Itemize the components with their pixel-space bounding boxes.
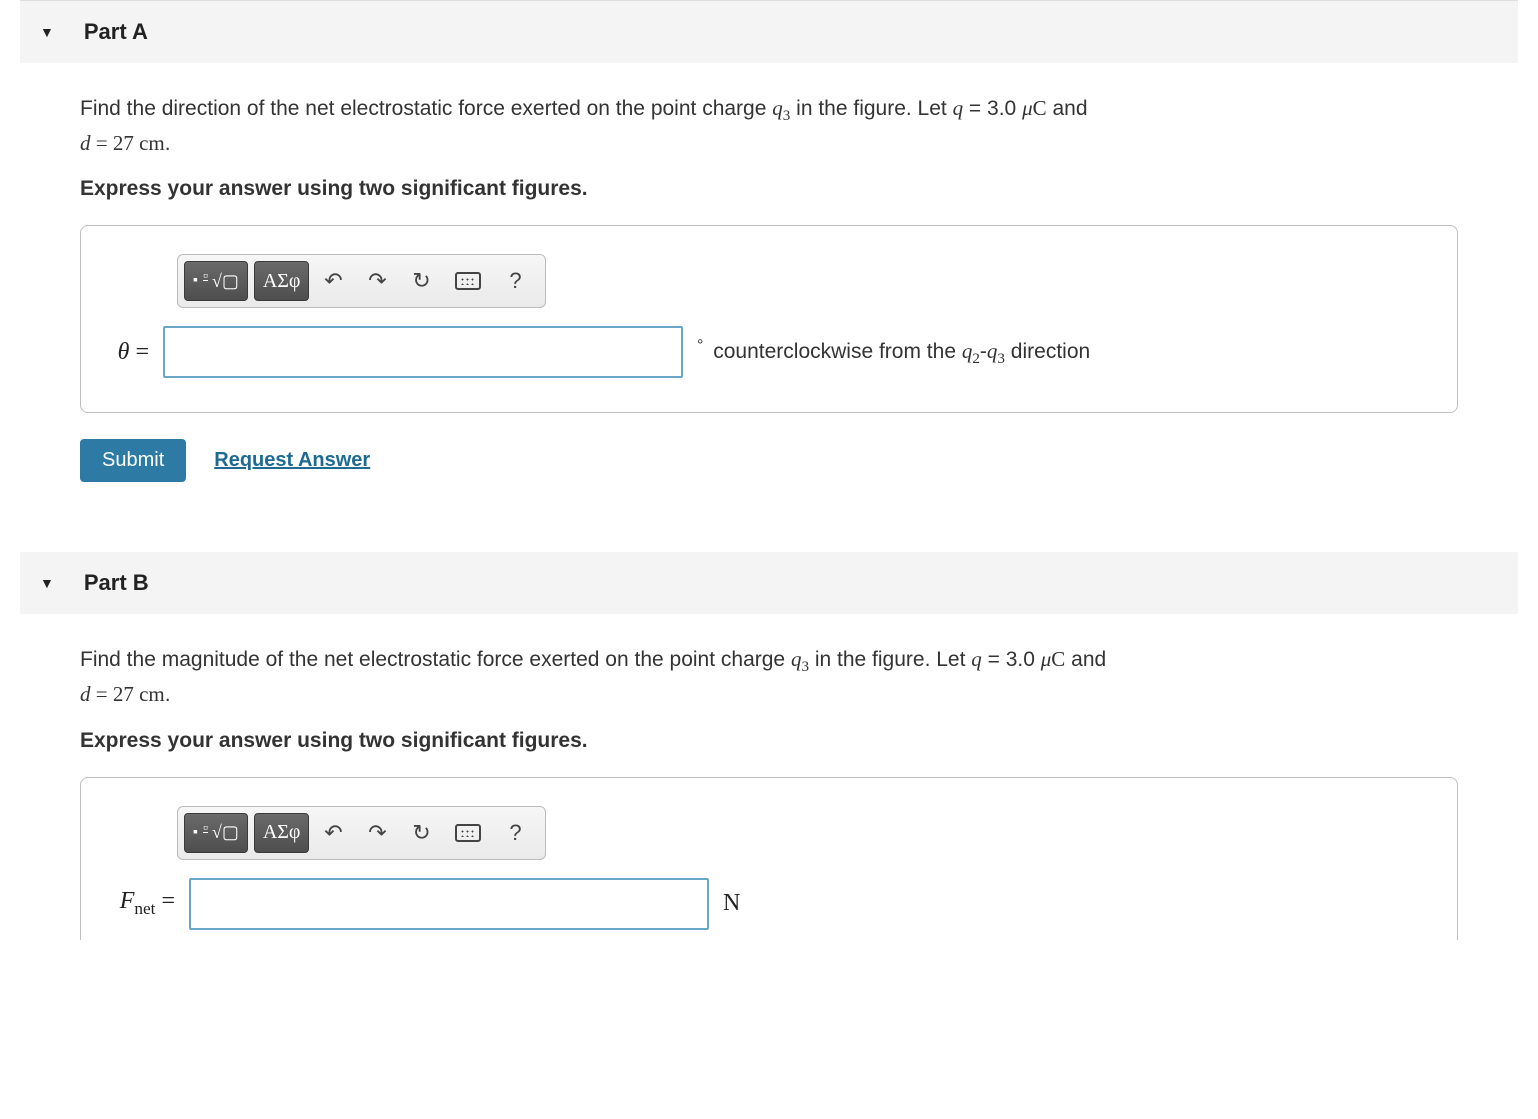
and-text: and	[1065, 648, 1106, 671]
unit-hint-a: ° counterclockwise from the q2-q3 direct…	[697, 337, 1090, 368]
greek-button[interactable]: ΑΣφ	[254, 813, 310, 853]
prompt-text: Find the direction of the net electrosta…	[80, 97, 772, 120]
part-b-title: Part B	[84, 570, 149, 596]
undo-button[interactable]: ↶	[313, 261, 353, 301]
var-d: d	[80, 131, 91, 155]
caret-down-icon: ▼	[40, 575, 54, 591]
reset-button[interactable]: ↻	[401, 813, 441, 853]
hint-pre: counterclockwise from the	[707, 340, 961, 363]
var-d: d	[80, 682, 91, 706]
degree-symbol: °	[697, 337, 703, 354]
lhs-fnet: Fnet =	[101, 888, 175, 919]
var-q: q	[987, 339, 998, 363]
var-q: q	[772, 96, 783, 120]
equation-toolbar: ▪ ▫√▢ ΑΣφ ↶ ↷ ↻ ?	[177, 254, 546, 308]
help-button[interactable]: ?	[495, 261, 535, 301]
answer-input-a[interactable]	[163, 326, 683, 378]
part-b-header[interactable]: ▼ Part B	[20, 552, 1518, 614]
unit-n: N	[723, 890, 740, 917]
answer-line-a: θ = ° counterclockwise from the q2-q3 di…	[101, 326, 1437, 378]
and-text: and	[1047, 97, 1088, 120]
eq-text: = 27	[91, 682, 140, 706]
answer-input-b[interactable]	[189, 878, 709, 930]
templates-button[interactable]: ▪ ▫√▢	[184, 813, 248, 853]
answer-line-b: Fnet = N	[101, 878, 1437, 930]
part-a-instruction: Express your answer using two significan…	[80, 177, 1458, 201]
part-a-body: Find the direction of the net electrosta…	[20, 63, 1518, 522]
redo-button[interactable]: ↷	[357, 261, 397, 301]
reset-button[interactable]: ↻	[401, 261, 441, 301]
part-a-title: Part A	[84, 19, 148, 45]
prompt-text: Find the magnitude of the net electrosta…	[80, 648, 791, 671]
sqrt-icon: √▢	[212, 271, 239, 292]
part-b-prompt: Find the magnitude of the net electrosta…	[80, 644, 1458, 710]
caret-down-icon: ▼	[40, 24, 54, 40]
keyboard-icon	[455, 824, 481, 842]
part-a-header[interactable]: ▼ Part A	[20, 1, 1518, 63]
prompt-text: in the figure. Let	[809, 648, 971, 671]
submit-button[interactable]: Submit	[80, 439, 186, 482]
sub-3: 3	[801, 660, 809, 676]
part-b-body: Find the magnitude of the net electrosta…	[20, 614, 1518, 979]
period: .	[165, 132, 171, 155]
equation-toolbar: ▪ ▫√▢ ΑΣφ ↶ ↷ ↻ ?	[177, 806, 546, 860]
sub-2: 2	[972, 351, 980, 367]
redo-button[interactable]: ↷	[357, 813, 397, 853]
lhs-theta: θ =	[101, 339, 149, 366]
unit-mu: μ	[1041, 647, 1052, 671]
template-icon: ▪	[193, 273, 198, 289]
greek-button[interactable]: ΑΣφ	[254, 261, 310, 301]
var-q: q	[953, 96, 964, 120]
help-button[interactable]: ?	[495, 813, 535, 853]
part-a-actions: Submit Request Answer	[80, 439, 1458, 482]
template-icon: ▪	[193, 825, 198, 841]
fraction-icon: ▫	[203, 821, 208, 837]
sub-3: 3	[997, 351, 1005, 367]
keyboard-icon	[455, 272, 481, 290]
period: .	[165, 683, 171, 706]
unit-cm: cm	[139, 131, 165, 155]
part-b-answer-box: ▪ ▫√▢ ΑΣφ ↶ ↷ ↻ ? Fnet = N	[80, 777, 1458, 940]
templates-button[interactable]: ▪ ▫√▢	[184, 261, 248, 301]
unit-cm: cm	[139, 682, 165, 706]
dash: -	[980, 340, 987, 363]
unit-c: C	[1051, 647, 1065, 671]
var-q: q	[791, 647, 802, 671]
var-q: q	[971, 647, 982, 671]
eq-text: = 3.0	[982, 648, 1041, 671]
unit-c: C	[1033, 96, 1047, 120]
part-b-instruction: Express your answer using two significan…	[80, 729, 1458, 753]
eq-text: = 3.0	[963, 97, 1022, 120]
eq-text: = 27	[91, 131, 140, 155]
fraction-icon: ▫	[203, 269, 208, 285]
unit-mu: μ	[1022, 96, 1033, 120]
part-a-answer-box: ▪ ▫√▢ ΑΣφ ↶ ↷ ↻ ? θ = ° counterclockwise…	[80, 225, 1458, 413]
keyboard-button[interactable]	[445, 261, 491, 301]
sqrt-icon: √▢	[212, 822, 239, 843]
part-a-prompt: Find the direction of the net electrosta…	[80, 93, 1458, 159]
undo-button[interactable]: ↶	[313, 813, 353, 853]
request-answer-link[interactable]: Request Answer	[214, 449, 370, 472]
keyboard-button[interactable]	[445, 813, 491, 853]
var-q: q	[962, 339, 973, 363]
prompt-text: in the figure. Let	[790, 97, 952, 120]
hint-post: direction	[1005, 340, 1090, 363]
